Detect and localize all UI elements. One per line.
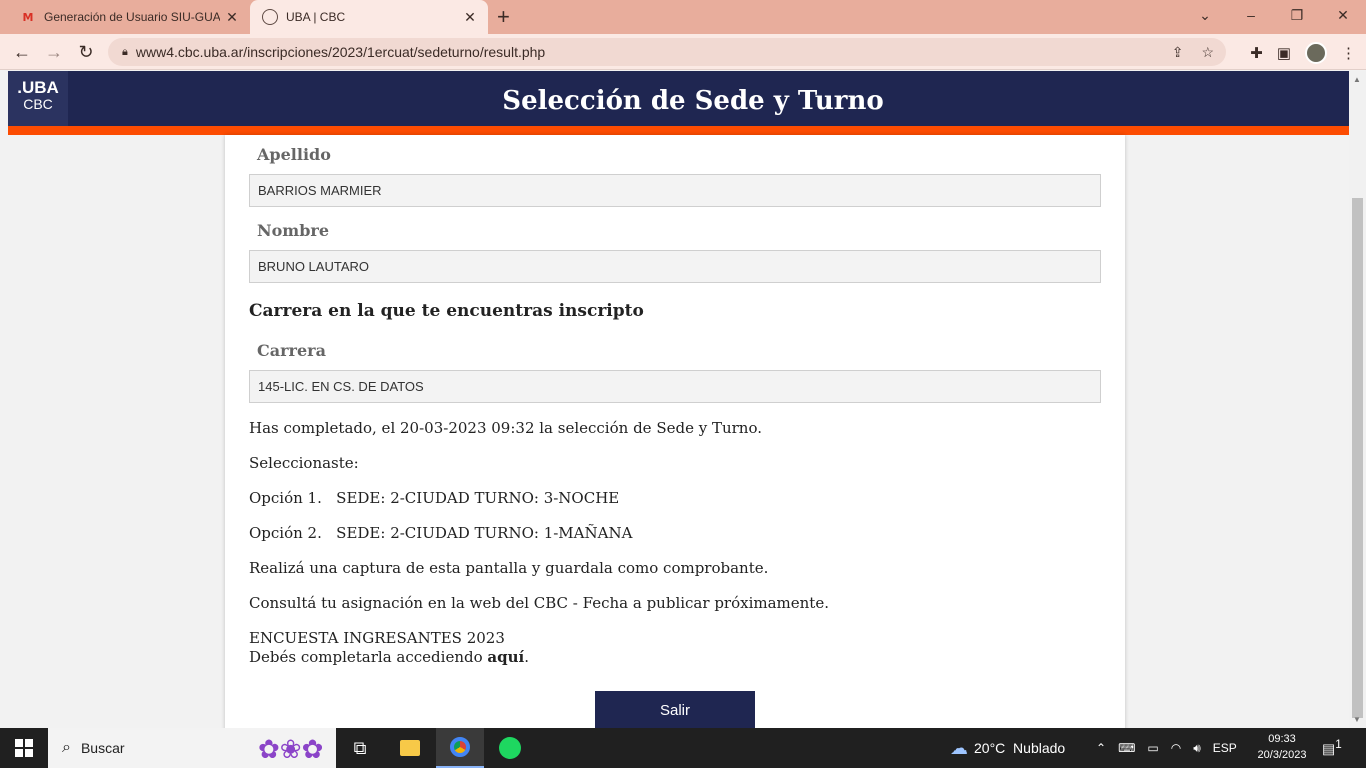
carrera-field: 145-LIC. EN CS. DE DATOS [249, 370, 1101, 403]
reload-icon[interactable]: ↻ [74, 40, 98, 64]
option-1-text: Opción 1. SEDE: 2-CIUDAD TURNO: 3-NOCHE [249, 489, 620, 507]
tab-title: UBA | CBC [286, 10, 346, 24]
restore-icon[interactable]: ❐ [1274, 0, 1320, 30]
url-text: www4.cbc.uba.ar/inscripciones/2023/1ercu… [135, 44, 546, 60]
tab-strip: M Generación de Usuario SIU-GUARANÍ ✕ UB… [0, 0, 1366, 34]
start-button[interactable] [0, 728, 48, 768]
chevron-up-icon[interactable]: ⌃ [1096, 741, 1106, 755]
salir-button[interactable]: Salir [595, 691, 755, 728]
task-view-icon[interactable]: ⧉ [336, 728, 384, 768]
survey-title: ENCUESTA INGRESANTES 2023 [249, 629, 505, 647]
option-2-text: Opción 2. SEDE: 2-CIUDAD TURNO: 1-MAÑANA [249, 524, 633, 542]
taskbar: ⌕ Buscar ✿❀✿ ⧉ ☁ 20°C Nublado ⌃ ⌨ ▭ ◠ 🔊︎… [0, 728, 1366, 768]
weather-widget[interactable]: ☁ 20°C Nublado [950, 728, 1065, 768]
gmail-icon: M [22, 10, 34, 24]
windows-icon [15, 739, 33, 757]
apellido-label: Apellido [257, 145, 331, 164]
scrollbar[interactable]: ▲ ▼ [1349, 71, 1366, 728]
browser-window: M Generación de Usuario SIU-GUARANÍ ✕ UB… [0, 0, 1366, 728]
carrera-label: Carrera [257, 341, 326, 360]
survey-text-end: . [524, 648, 529, 666]
completed-text: Has completado, el 20-03-2023 09:32 la s… [249, 419, 762, 437]
bookmark-star-icon[interactable]: ☆ [1201, 44, 1214, 61]
search-placeholder: Buscar [80, 740, 125, 756]
weather-text: 20°C Nublado [974, 740, 1066, 756]
cloud-icon: ☁ [950, 737, 968, 758]
notification-count: 1 [1335, 738, 1342, 751]
notification-icon[interactable]: ▤1 [1322, 738, 1342, 758]
file-explorer-icon[interactable] [386, 728, 434, 768]
wifi-icon[interactable]: ◠ [1171, 741, 1181, 755]
nombre-label: Nombre [257, 221, 330, 240]
chrome-icon[interactable] [436, 728, 484, 768]
nombre-field: BRUNO LAUTARO [249, 250, 1101, 283]
globe-icon [262, 9, 278, 25]
search-icon: ⌕ [62, 739, 71, 756]
header-stripe [8, 126, 1349, 135]
result-card: Apellido BARRIOS MARMIER Nombre BRUNO LA… [225, 135, 1125, 728]
close-icon[interactable]: ✕ [220, 9, 244, 26]
system-tray: ⌃ ⌨ ▭ ◠ 🔊︎ ESP [1096, 728, 1237, 768]
survey-text-prefix: Debés completarla accediendo [249, 648, 488, 666]
clock-date: 20/3/2023 [1257, 749, 1307, 761]
spotify-icon[interactable] [486, 728, 534, 768]
survey-text: Debés completarla accediendo aquí. [249, 648, 529, 666]
new-tab-button[interactable]: + [497, 5, 510, 29]
survey-link[interactable]: aquí [487, 648, 524, 666]
scroll-up-icon[interactable]: ▲ [1353, 75, 1361, 84]
selected-text: Seleccionaste: [249, 454, 359, 472]
back-icon[interactable]: ← [10, 40, 34, 64]
close-icon[interactable]: ✕ [458, 9, 482, 26]
apellido-field: BARRIOS MARMIER [249, 174, 1101, 207]
language-indicator[interactable]: ESP [1213, 741, 1237, 755]
side-panel-icon[interactable]: ▣ [1277, 44, 1291, 62]
tab-title: Generación de Usuario SIU-GUARANÍ [44, 10, 220, 24]
page-title: Selección de Sede y Turno [502, 86, 884, 116]
address-bar[interactable]: 🔒︎ www4.cbc.uba.ar/inscripciones/2023/1e… [108, 38, 1226, 66]
lock-icon: 🔒︎ [122, 45, 128, 58]
extensions-icon[interactable]: ✚ [1250, 44, 1263, 62]
avatar[interactable] [1305, 42, 1327, 64]
flowers-icon: ✿❀✿ [258, 734, 324, 764]
page-viewport: .UBA CBC Selección de Sede y Turno Apell… [0, 71, 1349, 728]
scroll-down-icon[interactable]: ▼ [1353, 715, 1361, 724]
menu-icon[interactable]: ⋮ [1341, 44, 1356, 62]
minimize-icon[interactable]: – [1228, 0, 1274, 30]
tab-gmail[interactable]: M Generación de Usuario SIU-GUARANÍ ✕ [8, 0, 250, 34]
consult-text: Consultá tu asignación en la web del CBC… [249, 594, 829, 612]
capture-text: Realizá una captura de esta pantalla y g… [249, 559, 769, 577]
scrollbar-thumb[interactable] [1352, 198, 1363, 718]
tab-search-icon[interactable]: ⌄ [1182, 0, 1228, 30]
carrera-section-title: Carrera en la que te encuentras inscript… [249, 301, 644, 321]
ime-icon[interactable]: ⌨ [1118, 741, 1135, 755]
clock[interactable]: 09:33 20/3/2023 [1250, 731, 1314, 763]
share-icon[interactable]: ⇪ [1172, 44, 1184, 61]
close-window-icon[interactable]: ✕ [1320, 0, 1366, 30]
meet-icon[interactable]: ▭ [1147, 741, 1158, 755]
tab-cbc[interactable]: UBA | CBC ✕ [250, 0, 488, 34]
browser-toolbar: ← → ↻ 🔒︎ www4.cbc.uba.ar/inscripciones/2… [0, 34, 1366, 70]
clock-time: 09:33 [1268, 733, 1296, 745]
forward-icon[interactable]: → [42, 40, 66, 64]
volume-icon[interactable]: 🔊︎ [1193, 741, 1201, 756]
